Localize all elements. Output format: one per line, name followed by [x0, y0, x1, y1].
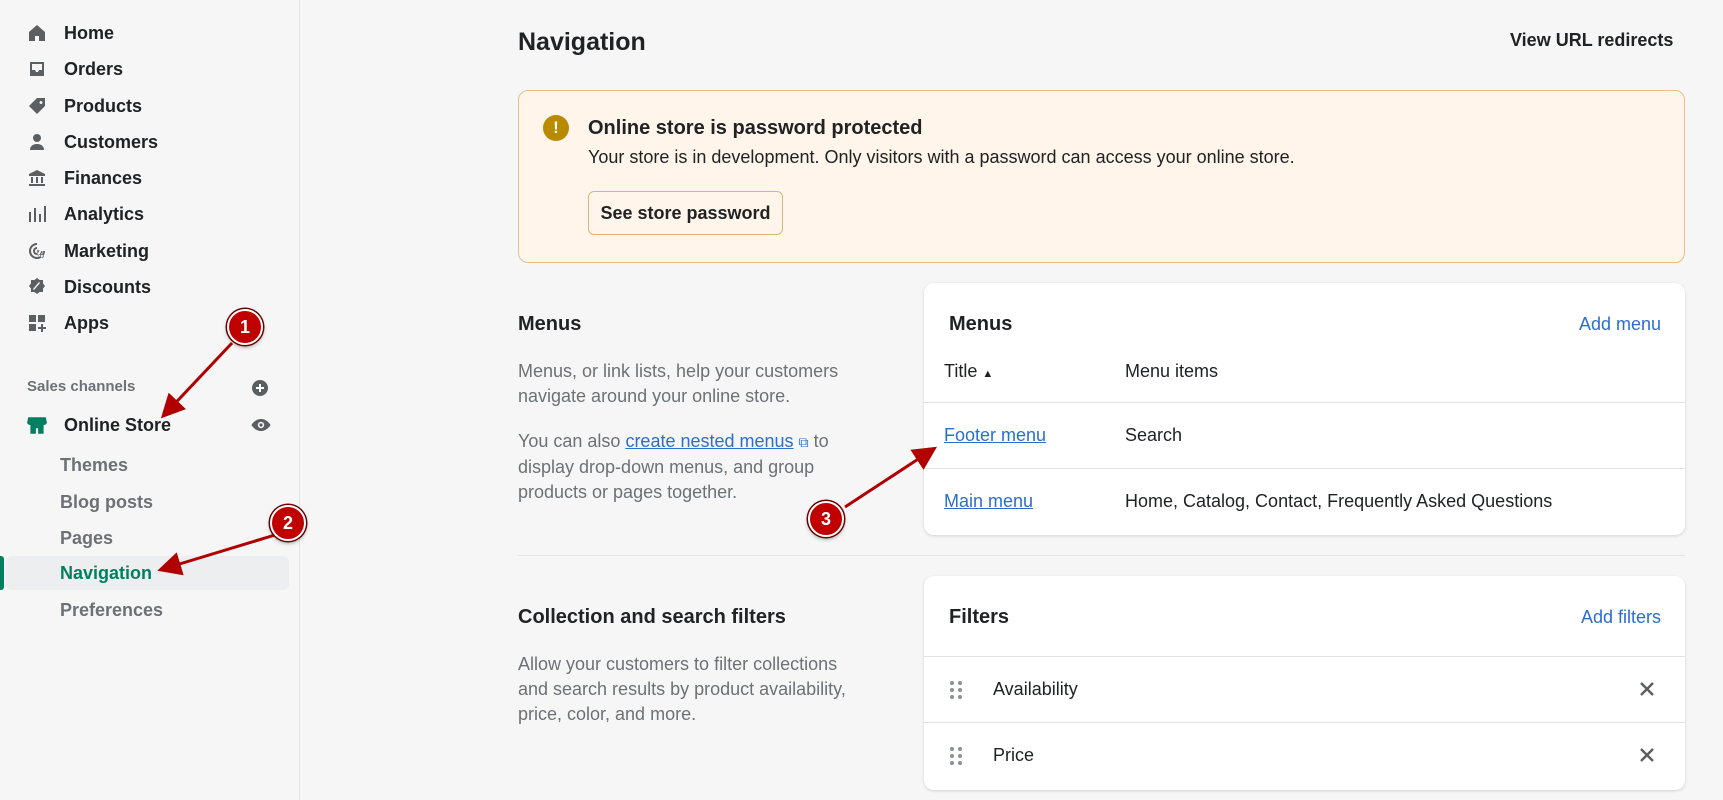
column-header-menu-items: Menu items	[1125, 361, 1219, 381]
tag-icon	[26, 95, 48, 117]
sidebar-item-label: Products	[64, 95, 143, 116]
sales-channels-label: Sales channels	[27, 378, 136, 395]
remove-filter-icon[interactable]	[1639, 681, 1655, 697]
warning-icon: !	[543, 115, 569, 141]
see-store-password-button[interactable]: See store password	[588, 191, 783, 235]
person-icon	[26, 131, 48, 153]
create-nested-menus-link[interactable]: create nested menus	[625, 431, 793, 451]
add-channel-icon[interactable]	[251, 379, 269, 397]
nested-menus-prefix: You can also	[518, 431, 621, 451]
sidebar-item-home[interactable]: Home	[26, 18, 114, 48]
filter-row: Price	[924, 722, 1685, 788]
sidebar-item-label: Discounts	[64, 276, 152, 297]
external-link-icon: ⧉	[798, 434, 809, 450]
sort-ascending-icon: ▲	[982, 368, 994, 380]
inbox-icon	[26, 58, 48, 80]
filter-label: Availability	[993, 679, 1078, 699]
page-title: Navigation	[518, 28, 646, 56]
sidebar-item-discounts[interactable]: Discounts	[26, 272, 151, 302]
home-icon	[26, 22, 48, 44]
filters-card-title: Filters	[949, 606, 1010, 628]
banner-title: Online store is password protected	[588, 117, 923, 139]
sidebar-subitem-preferences[interactable]: Preferences	[60, 595, 163, 625]
main-menu-link[interactable]: Main menu	[944, 491, 1033, 512]
table-row: Main menu Home, Catalog, Contact, Freque…	[924, 468, 1685, 534]
sidebar-item-label: Apps	[64, 312, 109, 333]
bar-chart-icon	[26, 203, 48, 225]
nested-menus-text: You can also create nested menus ⧉ to di…	[518, 429, 868, 505]
drag-handle-icon[interactable]	[948, 679, 964, 701]
sidebar-item-customers[interactable]: Customers	[26, 127, 158, 157]
filters-card: Filters Add filters Availability Price	[924, 576, 1685, 790]
banner-text: Your store is in development. Only visit…	[588, 147, 1295, 167]
drag-handle-icon[interactable]	[948, 745, 964, 767]
table-row: Footer menu Search	[924, 402, 1685, 468]
sidebar-item-label: Customers	[64, 131, 159, 152]
add-filters-button[interactable]: Add filters	[1581, 607, 1661, 628]
menus-card-title: Menus	[949, 313, 1013, 335]
sidebar-item-online-store[interactable]: Online Store	[26, 410, 171, 440]
menus-card: Menus Add menu Title ▲ Menu items Footer…	[924, 283, 1685, 535]
annotation-marker-2: 2	[270, 505, 306, 541]
bank-icon	[26, 167, 48, 189]
sidebar-item-orders[interactable]: Orders	[26, 54, 123, 84]
column-header-title-label: Title	[944, 361, 978, 381]
filters-section-description: Allow your customers to filter collectio…	[518, 654, 846, 724]
discount-icon	[26, 276, 48, 298]
sidebar: Home Orders Products Customers Finances …	[0, 0, 300, 800]
sidebar-item-label: Marketing	[64, 240, 150, 261]
add-menu-button[interactable]: Add menu	[1579, 314, 1661, 335]
sidebar-subitem-pages[interactable]: Pages	[60, 523, 113, 553]
active-indicator	[0, 556, 4, 590]
eye-icon[interactable]	[250, 414, 272, 436]
sidebar-item-finances[interactable]: Finances	[26, 163, 142, 193]
annotation-marker-3: 3	[808, 501, 844, 537]
filter-row: Availability	[924, 656, 1685, 722]
menus-section-description: Menus, or link lists, help your customer…	[518, 361, 839, 406]
sidebar-item-label: Online Store	[64, 414, 172, 435]
sidebar-item-apps[interactable]: Apps	[26, 308, 109, 338]
sidebar-item-products[interactable]: Products	[26, 91, 142, 121]
sidebar-item-label: Orders	[64, 58, 124, 79]
section-divider	[518, 555, 1685, 556]
menus-section-title: Menus	[518, 313, 582, 335]
sidebar-item-label: Finances	[64, 167, 143, 188]
menu-items-cell: Home, Catalog, Contact, Frequently Asked…	[1125, 491, 1553, 511]
remove-filter-icon[interactable]	[1639, 747, 1655, 763]
sidebar-item-analytics[interactable]: Analytics	[26, 199, 144, 229]
sidebar-subitem-blog-posts[interactable]: Blog posts	[60, 487, 153, 517]
footer-menu-link[interactable]: Footer menu	[944, 425, 1046, 446]
sidebar-item-marketing[interactable]: Marketing	[26, 236, 149, 266]
target-icon	[26, 240, 48, 262]
filter-label: Price	[993, 745, 1035, 765]
password-banner: ! Online store is password protected You…	[518, 90, 1685, 263]
sidebar-subitem-navigation[interactable]: Navigation	[60, 558, 152, 588]
annotation-marker-1: 1	[227, 309, 263, 345]
store-icon	[26, 414, 48, 436]
sidebar-subitem-themes[interactable]: Themes	[60, 450, 128, 480]
apps-icon	[26, 312, 48, 334]
filters-section-title: Collection and search filters	[518, 606, 786, 628]
sidebar-item-label: Home	[64, 22, 115, 43]
menu-items-cell: Search	[1125, 425, 1183, 445]
view-url-redirects-button[interactable]: View URL redirects	[1510, 30, 1673, 51]
column-header-title[interactable]: Title ▲	[944, 361, 993, 382]
sidebar-item-label: Analytics	[64, 203, 145, 224]
